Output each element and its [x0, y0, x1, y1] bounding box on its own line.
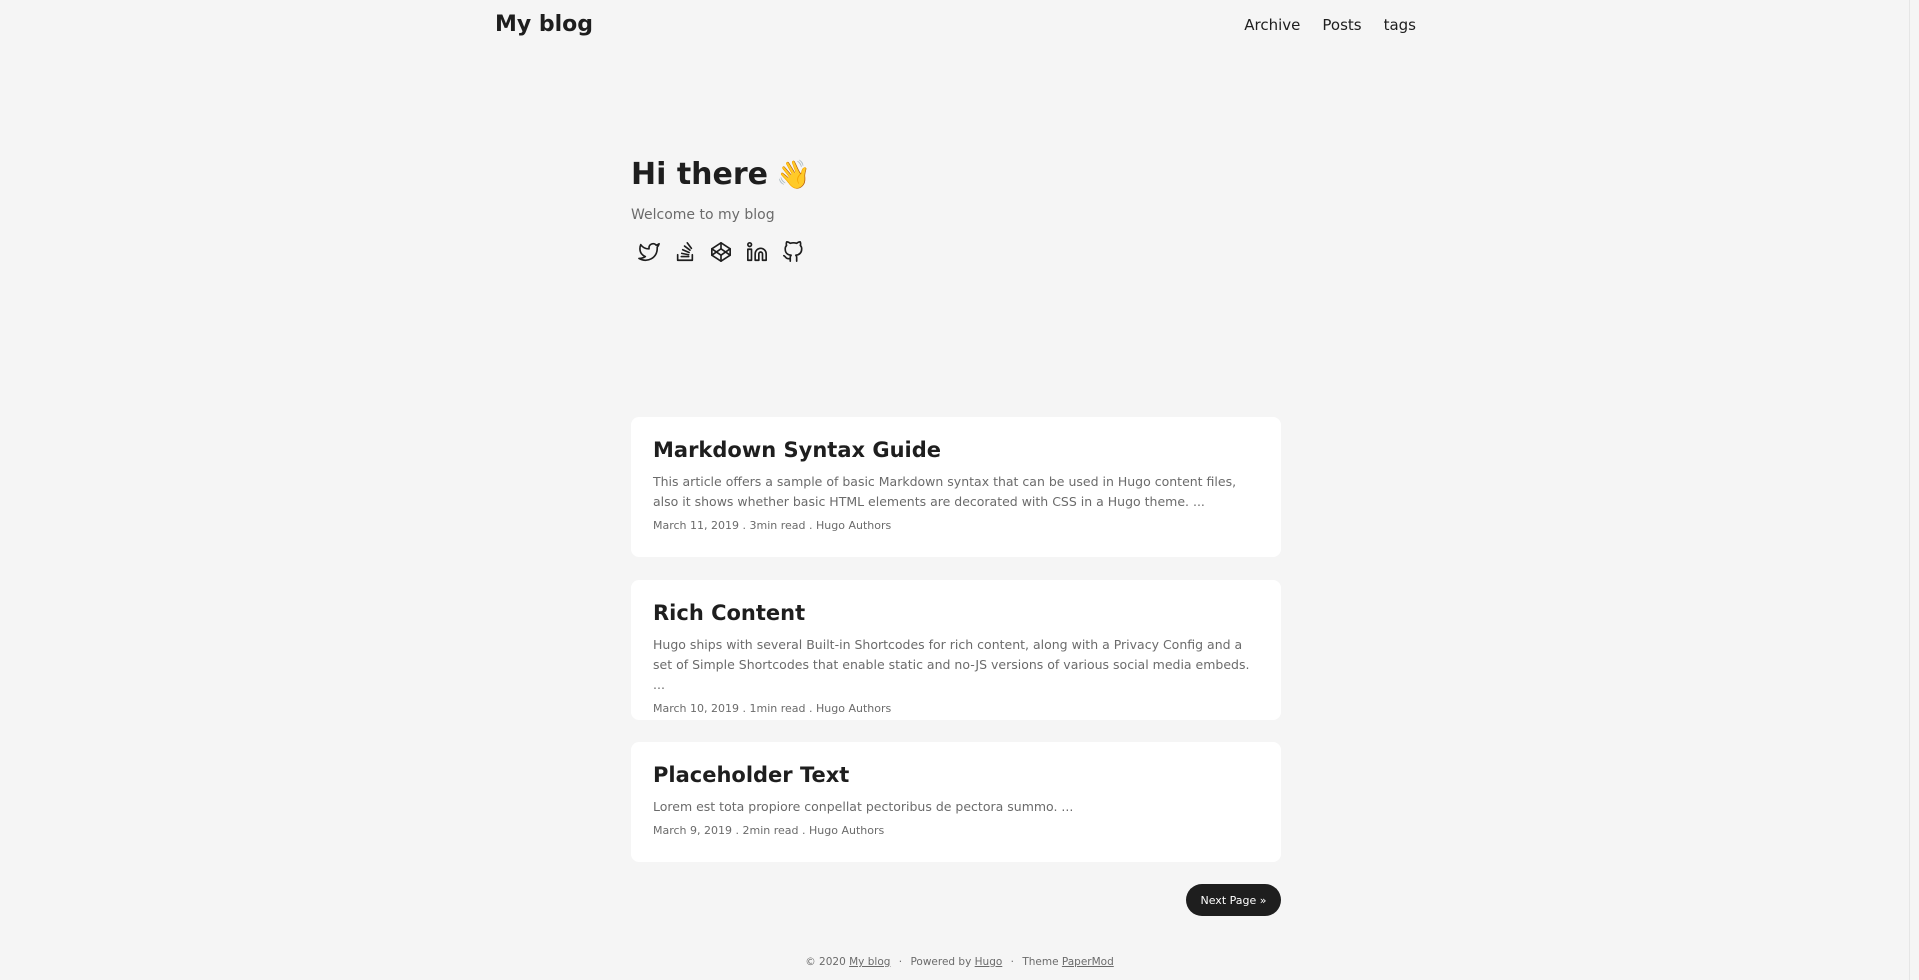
post-meta: March 11, 2019 . 3min read . Hugo Author…: [653, 519, 892, 532]
post-title: Placeholder Text: [653, 763, 850, 787]
nav-item-posts[interactable]: Posts: [1322, 16, 1361, 34]
home-subtitle: Welcome to my blog: [631, 207, 775, 223]
waving-hand-emoji: 👋: [776, 158, 811, 191]
footer-theme-text: Theme: [1022, 956, 1059, 968]
post-title: Markdown Syntax Guide: [653, 438, 942, 462]
footer-theme-link[interactable]: PaperMod: [1062, 956, 1114, 968]
nav-item-tags[interactable]: tags: [1384, 16, 1416, 34]
footer-hugo-link[interactable]: Hugo: [975, 956, 1003, 968]
home-info: Hi there 👋 Welcome to my blog: [631, 155, 811, 264]
scrollbar-track[interactable]: [1909, 0, 1919, 980]
post-meta: March 9, 2019 . 2min read . Hugo Authors: [653, 824, 885, 837]
post-entry[interactable]: Rich Content Hugo ships with several Bui…: [631, 580, 1281, 720]
home-title-text: Hi there: [631, 157, 769, 192]
footer-separator: ·: [898, 956, 903, 968]
site-header: My blog Archive Posts tags: [0, 0, 1919, 52]
footer-separator: ·: [1010, 956, 1014, 968]
twitter-icon[interactable]: [637, 240, 661, 264]
post-excerpt: This article offers a sample of basic Ma…: [653, 474, 1237, 509]
post-title: Rich Content: [653, 601, 806, 625]
footer-powered-by: Powered by: [910, 956, 972, 968]
post-entry[interactable]: Placeholder Text Lorem est tota propiore…: [631, 742, 1281, 862]
next-page-button[interactable]: Next Page »: [1186, 884, 1281, 916]
stackoverflow-icon[interactable]: [673, 240, 697, 264]
github-icon[interactable]: [781, 240, 805, 264]
nav-item-archive[interactable]: Archive: [1244, 16, 1300, 34]
post-excerpt: Hugo ships with several Built-in Shortco…: [653, 637, 1250, 692]
post-excerpt: Lorem est tota propiore conpellat pector…: [653, 799, 1074, 814]
linkedin-icon[interactable]: [745, 240, 769, 264]
footer-copyright: © 2020: [805, 956, 846, 968]
post-meta: March 10, 2019 . 1min read . Hugo Author…: [653, 702, 892, 715]
post-entry[interactable]: Markdown Syntax Guide This article offer…: [631, 417, 1281, 557]
site-footer: © 2020 My blog · Powered by Hugo · Theme…: [0, 956, 1919, 968]
site-logo[interactable]: My blog: [495, 12, 593, 37]
social-icons: [631, 240, 811, 264]
footer-site-link[interactable]: My blog: [849, 956, 890, 968]
home-title: Hi there 👋: [631, 155, 811, 195]
codepen-icon[interactable]: [709, 240, 733, 264]
main-nav: Archive Posts tags: [1244, 16, 1416, 34]
